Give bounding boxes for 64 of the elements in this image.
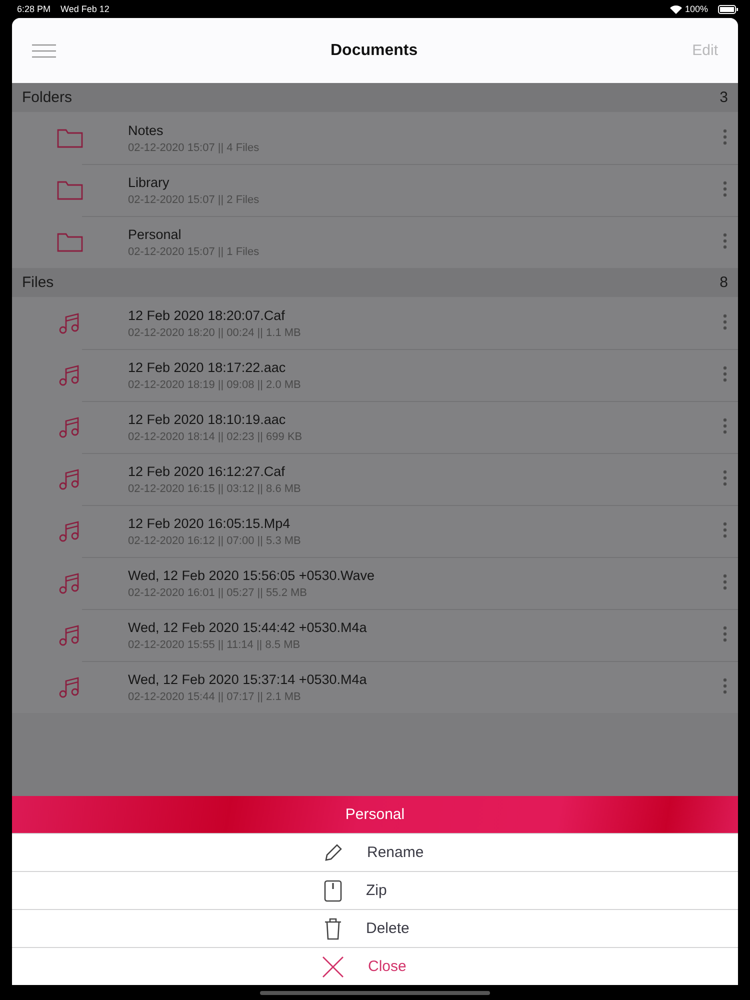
item-details: 02-12-2020 18:14 || 02:23 || 699 KB	[128, 430, 304, 442]
action-button[interactable]: Delete	[12, 909, 738, 947]
wifi-icon	[670, 4, 682, 14]
item-name: 12 Feb 2020 18:17:22.aac	[128, 360, 287, 374]
item-name: Library	[128, 174, 170, 190]
list-row[interactable]: Wed, 12 Feb 2020 15:56:05 +0530.Wave 02-12-2020 16:01 || 05:27 || 55.2 MB	[12, 557, 738, 609]
zip-file-icon	[324, 880, 342, 902]
battery-icon	[718, 4, 738, 14]
folder-icon	[57, 180, 83, 200]
action-button[interactable]: Zip	[12, 871, 738, 909]
music-note-icon	[59, 520, 81, 542]
item-name: 12 Feb 2020 16:12:27.Caf	[128, 464, 286, 478]
item-name: Personal	[128, 226, 182, 242]
item-details: 02-12-2020 15:44 || 07:17 || 2.1 MB	[128, 690, 302, 702]
close-icon	[322, 956, 344, 978]
item-name: 12 Feb 2020 16:05:15.Mp4	[128, 516, 292, 530]
status-date: Wed Feb 12	[60, 4, 110, 14]
item-details: 02-12-2020 15:07 || 2 Files	[128, 194, 260, 206]
section-title: Folders	[22, 89, 72, 106]
item-details: 02-12-2020 15:07 || 1 Files	[128, 246, 260, 258]
item-details: 02-12-2020 16:12 || 07:00 || 5.3 MB	[128, 534, 302, 546]
list-row[interactable]: 12 Feb 2020 18:20:07.Caf 02-12-2020 18:20 || 00:24 || 1.1 MB	[12, 297, 738, 349]
folder-icon	[57, 232, 83, 252]
music-note-icon	[59, 416, 81, 438]
item-name: 12 Feb 2020 18:10:19.aac	[128, 412, 287, 426]
battery-percent: 100%	[684, 4, 708, 14]
nav-title: Documents	[330, 42, 419, 60]
item-details: 02-12-2020 16:01 || 05:27 || 55.2 MB	[128, 586, 308, 598]
list-row[interactable]: Wed, 12 Feb 2020 15:37:14 +0530.M4a 02-12-2020 15:44 || 07:17 || 2.1 MB	[12, 661, 738, 713]
sheet-title: Personal	[12, 796, 738, 833]
list-row[interactable]: Notes 02-12-2020 15:07 || 4 Files	[12, 112, 738, 164]
list-row[interactable]: 12 Feb 2020 18:17:22.aac 02-12-2020 18:19 || 09:08 || 2.0 MB	[12, 349, 738, 401]
list-row[interactable]: 12 Feb 2020 16:05:15.Mp4 02-12-2020 16:12 || 07:00 || 5.3 MB	[12, 505, 738, 557]
item-name: 12 Feb 2020 18:20:07.Caf	[128, 308, 286, 322]
item-details: 02-12-2020 15:07 || 4 Files	[128, 142, 260, 154]
music-note-icon	[59, 312, 81, 334]
music-note-icon	[59, 364, 81, 386]
list-row[interactable]: 12 Feb 2020 18:10:19.aac 02-12-2020 18:14 || 02:23 || 699 KB	[12, 401, 738, 453]
item-details: 02-12-2020 18:19 || 09:08 || 2.0 MB	[128, 378, 302, 390]
action-button[interactable]: Rename	[12, 833, 738, 871]
list-row[interactable]: 12 Feb 2020 16:12:27.Caf 02-12-2020 16:15 || 03:12 || 8.6 MB	[12, 453, 738, 505]
item-name: Wed, 12 Feb 2020 15:44:42 +0530.M4a	[128, 620, 368, 634]
status-time: 6:28 PM	[17, 4, 51, 14]
menu-button[interactable]	[32, 44, 56, 58]
section-count: 3	[720, 89, 728, 106]
item-details: 02-12-2020 18:20 || 00:24 || 1.1 MB	[128, 326, 302, 338]
item-details: 02-12-2020 16:15 || 03:12 || 8.6 MB	[128, 482, 302, 494]
trash-icon	[324, 918, 342, 940]
section-title: Files	[22, 274, 54, 291]
action-button[interactable]: Close	[12, 947, 738, 985]
item-name: Wed, 12 Feb 2020 15:56:05 +0530.Wave	[128, 568, 376, 582]
section-count: 8	[720, 274, 728, 291]
list-row[interactable]: Personal 02-12-2020 15:07 || 1 Files	[12, 216, 738, 268]
item-name: Wed, 12 Feb 2020 15:37:14 +0530.M4a	[128, 672, 368, 686]
list-row[interactable]: Wed, 12 Feb 2020 15:44:42 +0530.M4a 02-12-2020 15:55 || 11:14 || 8.5 MB	[12, 609, 738, 661]
music-note-icon	[59, 676, 81, 698]
music-note-icon	[59, 468, 81, 490]
item-name: Notes	[128, 122, 164, 138]
folder-icon	[57, 128, 83, 148]
item-details: 02-12-2020 15:55 || 11:14 || 8.5 MB	[128, 638, 302, 650]
music-note-icon	[59, 572, 81, 594]
pencil-icon	[323, 842, 343, 862]
list-row[interactable]: Library 02-12-2020 15:07 || 2 Files	[12, 164, 738, 216]
music-note-icon	[59, 624, 81, 646]
